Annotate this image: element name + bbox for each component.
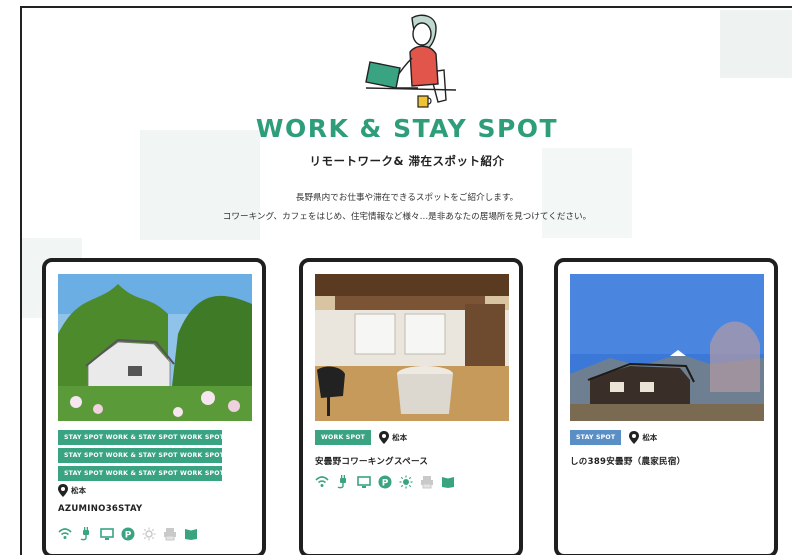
tag-row: WORK SPOT 松本 <box>315 430 407 445</box>
location-label: 松本 <box>392 433 408 442</box>
wifi-icon <box>315 476 329 487</box>
parking-icon: P <box>121 527 135 541</box>
monitor-icon <box>357 476 371 488</box>
location-pin-icon <box>629 431 640 444</box>
description-line-1: 長野県内でお仕事や滞在できるスポットをご紹介します。 <box>295 193 519 203</box>
spot-photo-coworking-room <box>315 274 509 421</box>
category-tag[interactable]: WORK SPOT <box>315 430 372 445</box>
spot-name[interactable]: AZUMINO36STAY <box>58 504 143 514</box>
tag-list: STAY SPOT WORK & STAY SPOT WORK SPOT STA… <box>58 430 224 484</box>
location-label: 松本 <box>642 433 658 442</box>
description-line-2: コワーキング、カフェをはじめ、住宅情報など様々…是非あなたの居場所を見つけてくだ… <box>222 212 592 222</box>
spot-name[interactable]: 安曇野コワーキングスペース <box>315 455 428 467</box>
wifi-icon <box>58 528 72 539</box>
parking-icon: P <box>378 475 392 489</box>
spot-card-shino389[interactable]: STAY SPOT 松本 しの389安曇野（農家民宿） <box>554 258 778 555</box>
sun-icon <box>142 527 156 541</box>
svg-text:P: P <box>125 531 132 541</box>
amenity-icons: P <box>315 475 455 489</box>
spot-photo-farmhouse <box>570 274 764 421</box>
amenity-icons: P <box>58 527 198 541</box>
location: 松本 <box>629 431 657 444</box>
power-plug-icon <box>337 475 346 489</box>
category-tag[interactable]: STAY SPOT WORK & STAY SPOT WORK SPOT <box>58 448 224 463</box>
book-icon <box>185 529 197 540</box>
tag-row: STAY SPOT 松本 <box>570 430 657 445</box>
spot-photo-house <box>58 274 252 421</box>
location: 松本 <box>58 484 86 497</box>
woman-laptop-illustration <box>365 14 457 108</box>
page-frame: WORK & STAY SPOT リモートワーク& 滞在スポット紹介 長野県内で… <box>20 6 792 555</box>
monitor-icon <box>100 528 114 540</box>
book-icon <box>442 477 454 488</box>
bg-decoration <box>720 10 792 78</box>
spot-name[interactable]: しの389安曇野（農家民宿） <box>570 455 685 467</box>
spot-card-azumino36stay[interactable]: STAY SPOT WORK & STAY SPOT WORK SPOT STA… <box>42 258 266 555</box>
location-pin-icon <box>58 484 68 497</box>
category-tag[interactable]: STAY SPOT WORK & STAY SPOT WORK SPOT <box>58 430 224 445</box>
category-tag[interactable]: STAY SPOT <box>570 430 622 445</box>
location-label: 松本 <box>71 486 86 495</box>
svg-text:P: P <box>382 479 389 489</box>
location-pin-icon <box>379 431 390 444</box>
category-tag[interactable]: STAY SPOT WORK & STAY SPOT WORK SPOT <box>58 466 224 481</box>
spot-card-azumino-coworking[interactable]: WORK SPOT 松本 安曇野コワーキングスペース P <box>299 258 523 555</box>
power-plug-icon <box>80 527 89 541</box>
sun-icon <box>399 475 413 489</box>
printer-icon <box>421 476 433 489</box>
bg-decoration <box>140 130 260 240</box>
printer-icon <box>164 528 176 541</box>
location: 松本 <box>379 431 407 444</box>
page-subtitle: リモートワーク& 滞在スポット紹介 <box>309 154 505 168</box>
page-title: WORK & STAY SPOT <box>255 114 559 143</box>
